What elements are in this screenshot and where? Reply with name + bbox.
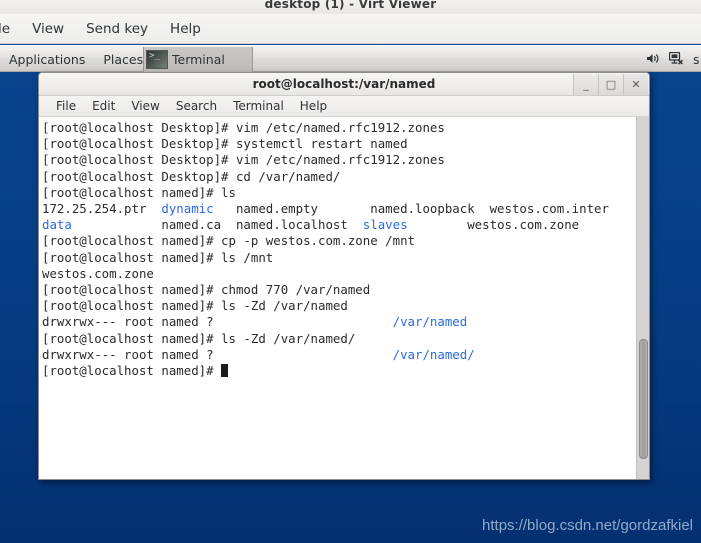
terminal-line: 172.25.254.ptr dynamic named.empty named… <box>42 201 634 217</box>
terminal-line: [root@localhost named]# cp -p westos.com… <box>42 233 634 249</box>
gnome-panel: Applications Places >_ Terminal s <box>0 45 701 72</box>
terminal-text: westos.com.zone <box>42 265 154 281</box>
terminal-line: westos.com.zone <box>42 266 634 282</box>
volume-icon[interactable] <box>646 50 660 69</box>
virt-viewer-menu-help[interactable]: Help <box>159 18 212 40</box>
terminal-dir-name: dynamic <box>161 201 214 217</box>
terminal-body[interactable]: [root@localhost Desktop]# vim /etc/named… <box>39 117 649 479</box>
terminal-text: [root@localhost named]# ls /mnt <box>42 249 274 265</box>
terminal-menu-file[interactable]: File <box>48 97 84 115</box>
terminal-text: drwxrwx--- root named ? <box>42 314 393 330</box>
screen-root: desktop (1) - Virt Viewer leViewSend key… <box>0 0 701 543</box>
terminal-icon: >_ <box>146 50 168 69</box>
terminal-menu-terminal[interactable]: Terminal <box>225 97 292 115</box>
applications-menu-button[interactable]: Applications <box>0 48 94 71</box>
terminal-text: [root@localhost named]# cp -p westos.com… <box>42 233 415 249</box>
terminal-dir-name: /var/named/ <box>392 346 475 362</box>
terminal-line: [root@localhost Desktop]# systemctl rest… <box>42 136 634 152</box>
terminal-cursor <box>221 364 229 378</box>
terminal-menu-help[interactable]: Help <box>292 97 335 115</box>
terminal-text: named.ca named.localhost <box>71 217 363 233</box>
panel-system-tray: s <box>646 46 701 73</box>
virt-viewer-menubar: leViewSend keyHelp <box>0 14 701 44</box>
terminal-output: [root@localhost Desktop]# vim /etc/named… <box>42 120 634 379</box>
virt-viewer-window-title: desktop (1) - Virt Viewer <box>264 0 437 11</box>
network-disconnected-icon[interactable] <box>668 50 684 69</box>
terminal-text: [root@localhost named]# <box>42 363 222 379</box>
terminal-line: [root@localhost named]# chmod 770 /var/n… <box>42 282 634 298</box>
terminal-menubar: File Edit View Search Terminal Help <box>39 96 649 117</box>
tray-clipped-label[interactable]: s <box>693 52 700 67</box>
terminal-text: named.empty named.loopback westos.com.in… <box>213 201 609 217</box>
window-controls: _ □ ✕ <box>573 74 648 95</box>
terminal-text: [root@localhost named]# ls -Zd /var/name… <box>42 298 348 314</box>
terminal-line: drwxrwx--- root named ? /var/named/ <box>42 347 634 363</box>
virt-viewer-titlebar: desktop (1) - Virt Viewer <box>0 0 701 14</box>
terminal-line: [root@localhost Desktop]# cd /var/named/ <box>42 169 634 185</box>
terminal-text: 172.25.254.ptr <box>42 201 162 217</box>
terminal-menu-edit[interactable]: Edit <box>84 97 123 115</box>
taskbar-item-terminal[interactable]: >_ Terminal <box>143 47 253 72</box>
maximize-button[interactable]: □ <box>598 74 623 95</box>
terminal-text: westos.com.zone <box>407 217 580 233</box>
terminal-line: [root@localhost named]# ls <box>42 185 634 201</box>
terminal-text: [root@localhost Desktop]# vim /etc/named… <box>42 152 445 168</box>
terminal-scrollbar-thumb[interactable] <box>639 339 648 459</box>
terminal-text: [root@localhost Desktop]# cd /var/named/ <box>42 168 341 184</box>
terminal-line: [root@localhost Desktop]# vim /etc/named… <box>42 120 634 136</box>
terminal-line: [root@localhost named]# ls -Zd /var/name… <box>42 331 634 347</box>
terminal-line: [root@localhost named]# ls /mnt <box>42 250 634 266</box>
terminal-text: [root@localhost Desktop]# vim /etc/named… <box>42 120 445 135</box>
close-button[interactable]: ✕ <box>623 74 648 95</box>
terminal-icon-prompt: >_ <box>149 51 160 61</box>
terminal-text: [root@localhost named]# chmod 770 /var/n… <box>42 282 371 298</box>
panel-left-group: Applications Places <box>0 46 152 73</box>
terminal-line: [root@localhost named]# ls -Zd /var/name… <box>42 298 634 314</box>
virt-viewer-menu-send-key[interactable]: Send key <box>75 18 159 40</box>
watermark-url: https://blog.csdn.net/gordzafkiel <box>482 517 693 534</box>
terminal-line: [root@localhost named]# <box>42 363 634 379</box>
taskbar-item-label: Terminal <box>172 52 225 67</box>
terminal-dir-name: /var/named <box>392 314 468 330</box>
terminal-titlebar[interactable]: root@localhost:/var/named _ □ ✕ <box>39 73 649 96</box>
terminal-window-title: root@localhost:/var/named <box>252 77 436 91</box>
terminal-dir-name: data <box>42 217 72 233</box>
terminal-line: data named.ca named.localhost slaves wes… <box>42 217 634 233</box>
terminal-text: [root@localhost Desktop]# systemctl rest… <box>42 136 408 152</box>
virt-viewer-menu-view[interactable]: View <box>21 18 75 40</box>
terminal-dir-name: slaves <box>362 217 408 233</box>
virt-viewer-menu-le[interactable]: le <box>0 18 21 40</box>
terminal-text: [root@localhost named]# ls -Zd /var/name… <box>42 330 356 346</box>
terminal-line: drwxrwx--- root named ? /var/named <box>42 314 634 330</box>
terminal-menu-view[interactable]: View <box>123 97 167 115</box>
terminal-text: drwxrwx--- root named ? <box>42 346 393 362</box>
virt-viewer-menu-list: leViewSend keyHelp <box>0 14 212 44</box>
terminal-menu-search[interactable]: Search <box>168 97 225 115</box>
terminal-line: [root@localhost Desktop]# vim /etc/named… <box>42 152 634 168</box>
minimize-button[interactable]: _ <box>573 74 598 95</box>
terminal-scrollbar[interactable] <box>636 117 649 479</box>
terminal-text: [root@localhost named]# ls <box>42 184 236 200</box>
terminal-window: root@localhost:/var/named _ □ ✕ File Edit… <box>38 72 650 480</box>
